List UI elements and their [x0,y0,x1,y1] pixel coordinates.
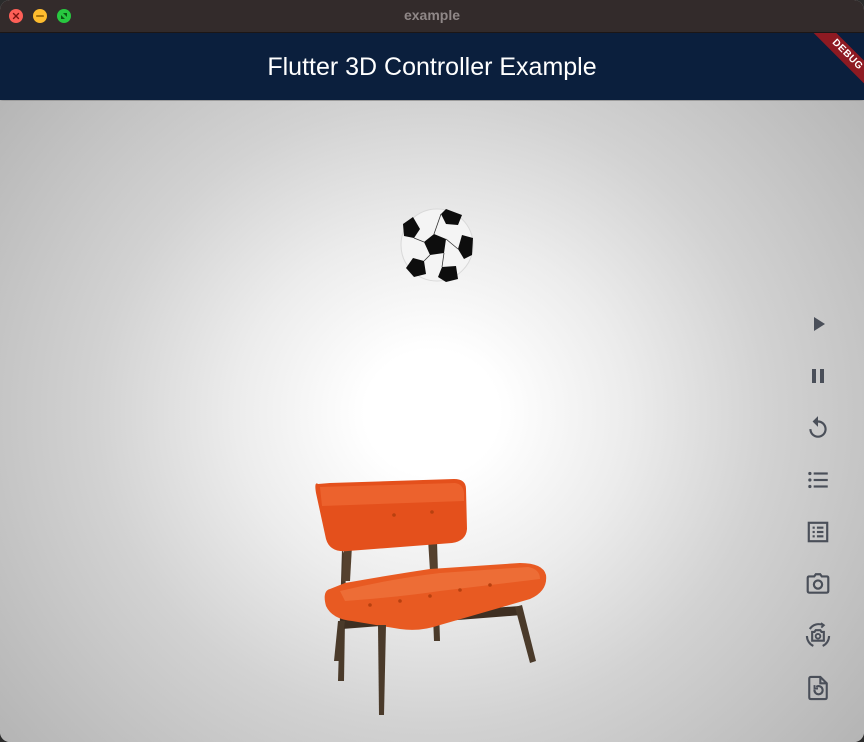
debug-banner: DEBUG [794,33,864,103]
play-icon [814,317,825,331]
app-bar: Flutter 3D Controller Example [0,33,864,100]
list-alt-icon [807,521,829,543]
window-titlebar: example [0,0,864,33]
controls-column [800,306,836,722]
camera-target-button[interactable] [800,566,836,602]
camera-rotate-icon [805,622,831,647]
camera-icon [806,573,830,594]
pause-icon [812,369,824,383]
list-icon [808,471,828,489]
chair-model[interactable] [315,479,547,715]
app-window: example Flutter 3D Controller Example DE… [0,0,864,742]
window-title: example [403,7,461,23]
file-reset-icon [808,675,828,701]
debug-banner-label: DEBUG [809,33,864,93]
animations-list-button[interactable] [800,462,836,498]
replay-icon [809,416,827,438]
soccer-ball-model[interactable] [400,208,474,282]
play-button[interactable] [800,306,836,342]
reset-camera-button[interactable] [800,670,836,706]
reset-animation-button[interactable] [800,410,836,446]
camera-orbit-button[interactable] [800,618,836,654]
model-scene [315,208,547,715]
app-bar-title: Flutter 3D Controller Example [267,53,597,81]
textures-list-button[interactable] [800,514,836,550]
pause-button[interactable] [800,358,836,394]
model-viewer[interactable] [0,101,864,742]
